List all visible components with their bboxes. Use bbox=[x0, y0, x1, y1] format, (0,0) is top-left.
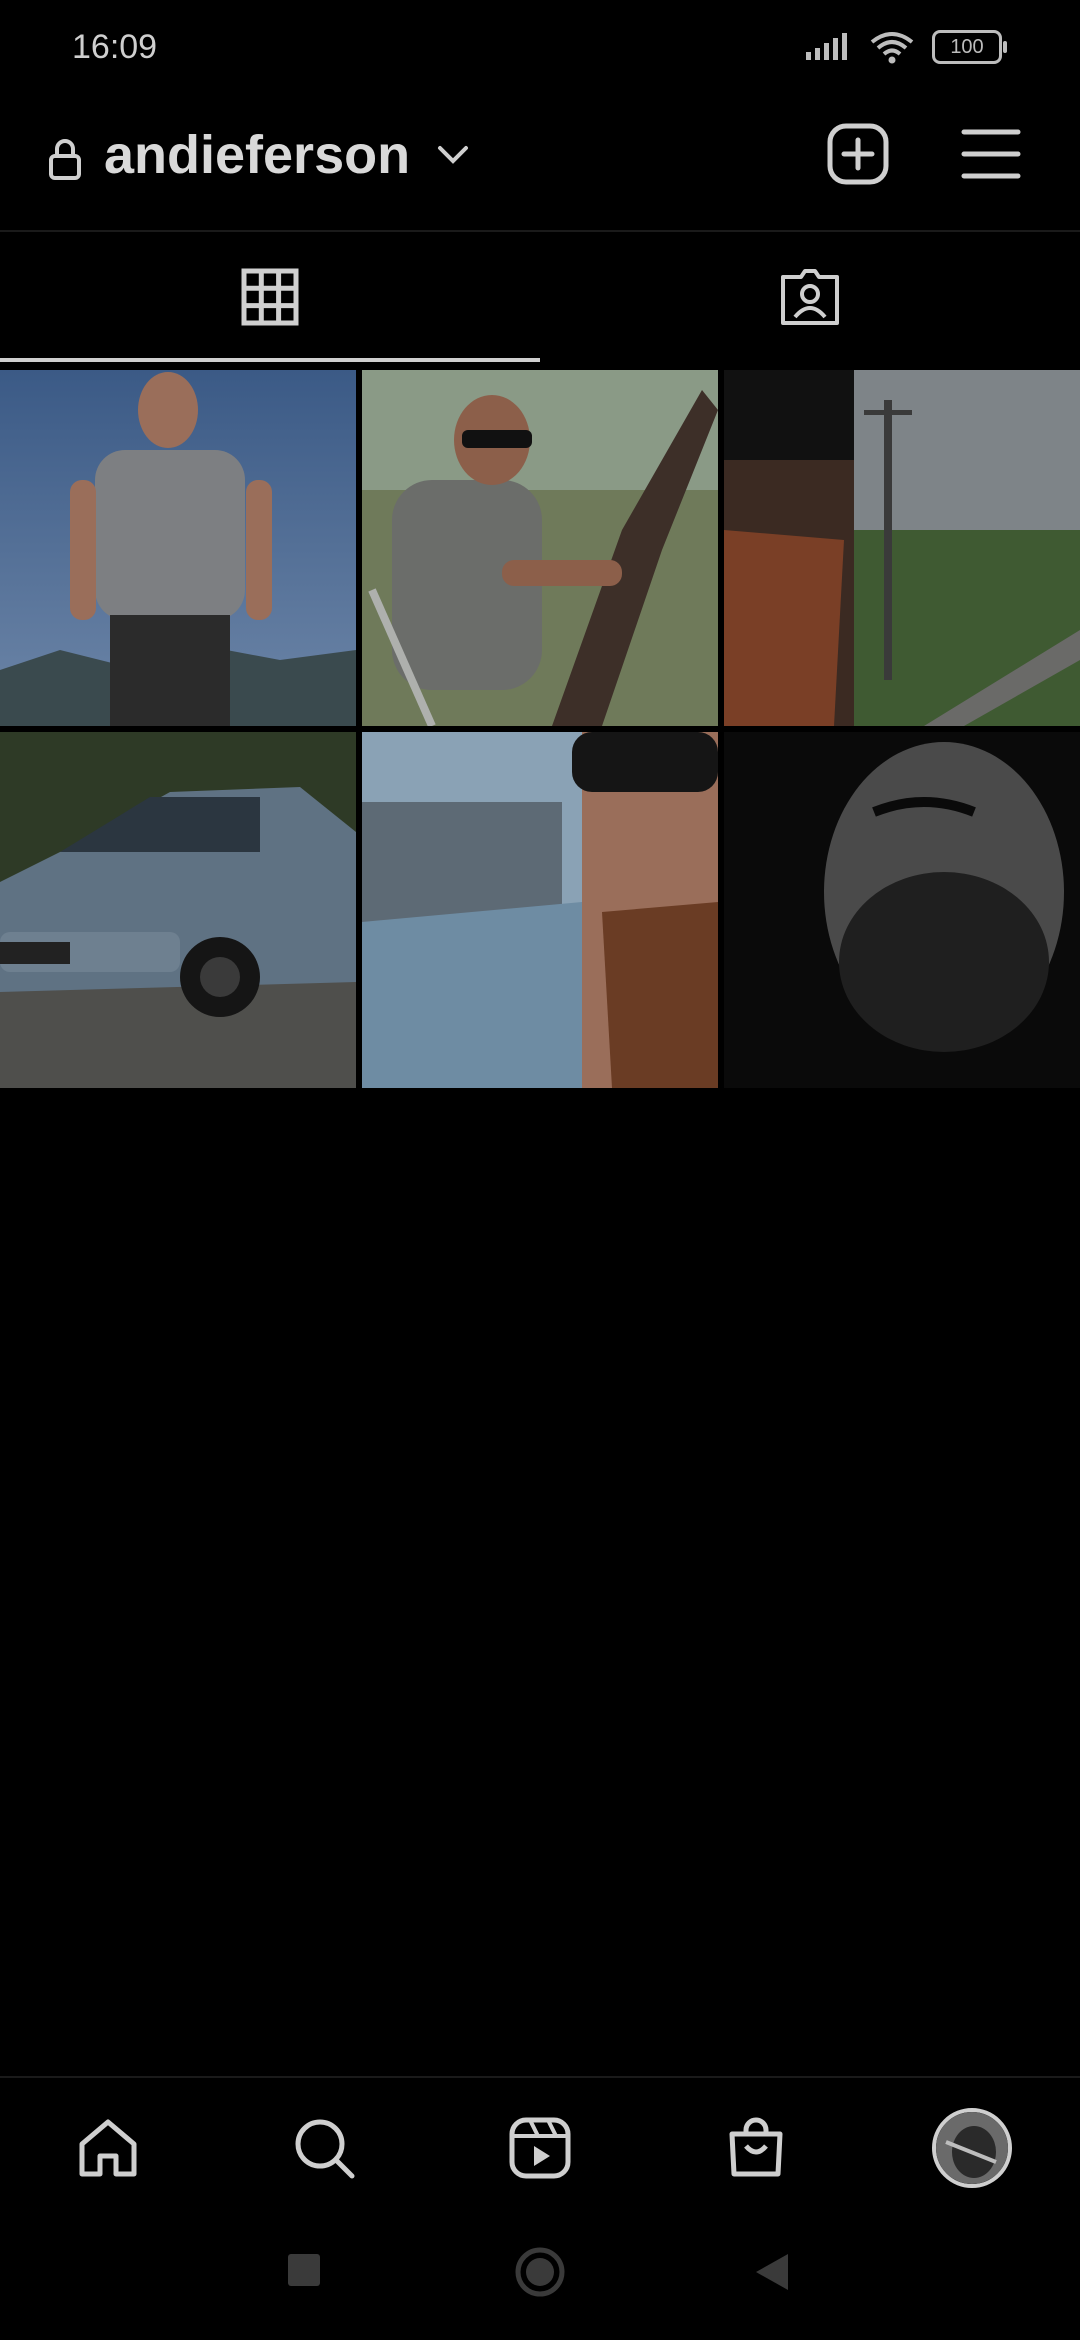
tab-grid[interactable] bbox=[0, 232, 540, 362]
status-bar: 16:09 100 bbox=[0, 0, 1080, 100]
username[interactable]: andieferson bbox=[104, 124, 410, 186]
recent-apps-button[interactable] bbox=[286, 2252, 322, 2288]
back-button[interactable] bbox=[754, 2252, 790, 2292]
profile-tabs bbox=[0, 232, 1080, 362]
search-icon bbox=[295, 2119, 355, 2179]
lock-icon bbox=[49, 139, 81, 180]
post-2-image bbox=[362, 370, 718, 726]
battery-level: 100 bbox=[950, 35, 984, 58]
nav-search[interactable] bbox=[284, 2108, 364, 2188]
post-thumbnail[interactable] bbox=[724, 732, 1080, 1088]
home-icon bbox=[79, 2119, 137, 2177]
nav-shop[interactable] bbox=[716, 2108, 796, 2188]
signal-icon bbox=[806, 33, 847, 60]
post-thumbnail[interactable] bbox=[0, 370, 356, 726]
menu-icon[interactable] bbox=[960, 124, 1022, 184]
status-icons: 100 bbox=[804, 30, 1007, 64]
battery-icon: 100 bbox=[932, 30, 1007, 64]
tagged-person-icon bbox=[781, 269, 839, 325]
home-button[interactable] bbox=[514, 2246, 566, 2298]
profile-header: andieferson bbox=[0, 100, 1080, 232]
post-4-image bbox=[0, 732, 356, 1088]
add-post-icon[interactable] bbox=[826, 122, 890, 186]
chevron-down-icon[interactable] bbox=[436, 144, 470, 166]
post-thumbnail[interactable] bbox=[0, 732, 356, 1088]
post-thumbnail[interactable] bbox=[362, 732, 718, 1088]
post-6-image bbox=[724, 732, 1080, 1088]
system-navigation bbox=[0, 2216, 1080, 2340]
bottom-navigation bbox=[0, 2076, 1080, 2218]
post-5-image bbox=[362, 732, 718, 1088]
tab-tagged[interactable] bbox=[540, 232, 1080, 362]
status-time: 16:09 bbox=[72, 28, 158, 66]
shop-icon bbox=[729, 2117, 783, 2177]
nav-home[interactable] bbox=[68, 2108, 148, 2188]
nav-reels[interactable] bbox=[500, 2108, 580, 2188]
post-thumbnail[interactable] bbox=[362, 370, 718, 726]
nav-profile[interactable] bbox=[932, 2108, 1012, 2188]
reels-icon bbox=[509, 2117, 571, 2179]
wifi-icon bbox=[870, 32, 914, 64]
post-3-image bbox=[724, 370, 1080, 726]
profile-avatar bbox=[932, 2108, 1012, 2188]
grid-icon bbox=[241, 268, 299, 326]
post-1-image bbox=[0, 370, 356, 726]
tab-selected-indicator bbox=[0, 358, 540, 362]
post-thumbnail[interactable] bbox=[724, 370, 1080, 726]
